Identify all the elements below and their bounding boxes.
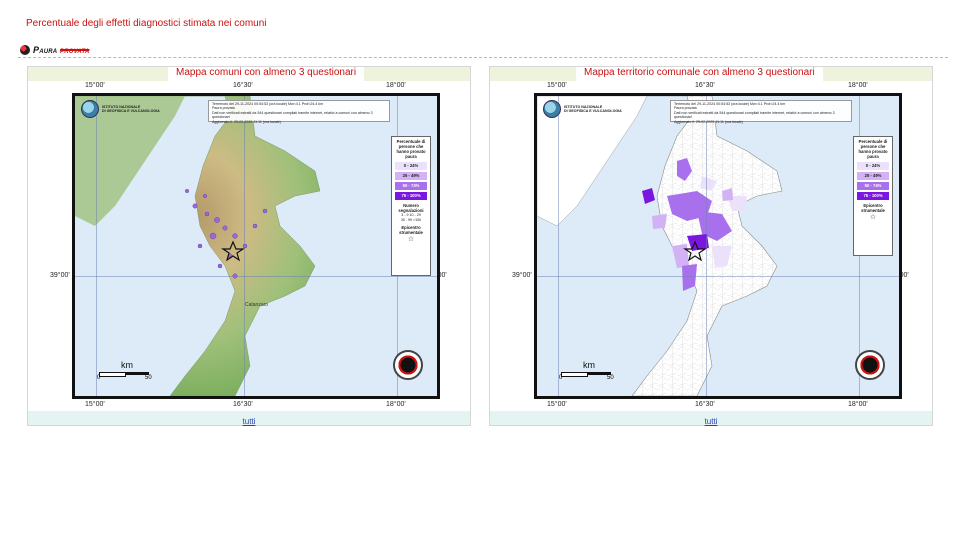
report-point [214,217,220,223]
map-legend: Percentuale di persone che hanno provato… [853,136,893,256]
map-info-box: Terremoto del 29-11-2024 00:54:53 (ora l… [670,100,852,124]
legend-class-2: 25 - 49% [395,172,427,180]
territory-map [537,96,899,396]
map-frame[interactable]: ISTITUTO NAZIONALE DI GEOFISICA E VULCAN… [534,93,902,399]
tick-bottom-1: 15°00' [85,401,105,408]
tick-bottom-2: 16°30' [233,401,253,408]
report-point [262,208,268,214]
tick-top-3: 18°00' [848,82,868,89]
legend-star-icon: ☆ [869,214,877,221]
panel-bottom-band: tutti [490,411,932,426]
tick-top-2: 16°30' [695,82,715,89]
panel-bottom-band: tutti [28,411,470,426]
map-panel-points: Mappa comuni con almeno 3 questionari 15… [27,66,471,426]
tick-bottom-2: 16°30' [695,401,715,408]
section-bar: Paura provata [18,44,948,58]
page-heading: Percentuale degli effetti diagnostici st… [26,18,267,29]
legend-count-sizes: 3 - 9 10 - 29 30 - 99 >100 [400,213,422,222]
scale-line [561,372,611,377]
legend-epicenter-title: Epicentro strumentale [399,225,423,235]
scale-min: 0 [97,375,101,381]
scale-bar: km 0 50 [95,360,155,382]
scale-unit: km [121,360,133,370]
institute-logo-text: ISTITUTO NAZIONALE DI GEOFISICA E VULCAN… [102,105,160,113]
legend-class-2: 25 - 49% [857,172,889,180]
legend-count-title: Numero segnalazioni [398,203,424,213]
section-title-main: Paura [33,45,58,55]
map-info-box: Terremoto del 29-11-2024 00:54:53 (ora l… [208,100,390,124]
scale-max: 50 [607,375,614,381]
report-point [204,211,210,217]
panel-caption: Mappa territorio comunale con almeno 3 q… [576,67,823,81]
all-link[interactable]: tutti [243,417,256,426]
map-panel-territory: Mappa territorio comunale con almeno 3 q… [489,66,933,426]
report-point [252,223,258,229]
tick-lat-left: 39°00' [512,272,532,279]
report-point [242,243,248,249]
tick-top-1: 15°00' [547,82,567,89]
all-link[interactable]: tutti [705,417,718,426]
tick-lat-left: 39°00' [50,272,70,279]
report-point [184,188,189,193]
scale-unit: km [583,360,595,370]
graticule-h1 [75,276,437,277]
tick-bottom-3: 18°00' [848,401,868,408]
scale-min: 0 [559,375,563,381]
report-point [197,243,203,249]
report-point [192,203,198,209]
territory-25-49 [652,214,667,229]
report-point [222,225,228,231]
legend-class-4: 75 - 100% [857,192,889,200]
scale-bar: km 0 50 [557,360,617,382]
section-title-flag: provata [60,45,90,55]
legend-class-3: 50 - 74% [857,182,889,190]
report-point [209,232,217,240]
report-point [217,263,223,269]
terremoti-logo-icon [393,350,423,380]
terremoti-logo-icon [855,350,885,380]
graticule-v1 [558,96,559,396]
legend-epicenter-title: Epicentro strumentale [861,203,885,213]
terrain-map: Catanzaro [75,96,437,396]
legend-class-1: 0 - 24% [857,162,889,170]
legend-class-1: 0 - 24% [395,162,427,170]
graticule-h1 [537,276,899,277]
scale-line [99,372,149,377]
section-bullet-icon [20,45,30,55]
section-title: Paura provata [33,45,89,55]
scale-max: 50 [145,375,152,381]
legend-class-3: 50 - 74% [395,182,427,190]
legend-title: Percentuale di persone che hanno provato… [396,139,426,159]
institute-logo-icon [543,100,561,118]
graticule-v2 [706,96,707,396]
tick-bottom-1: 15°00' [547,401,567,408]
panel-caption: Mappa comuni con almeno 3 questionari [168,67,365,81]
place-label-catanzaro: Catanzaro [245,302,268,308]
legend-class-4: 75 - 100% [395,192,427,200]
map-legend: Percentuale di persone che hanno provato… [391,136,431,276]
institute-logo-text: ISTITUTO NAZIONALE DI GEOFISICA E VULCAN… [564,105,622,113]
tick-top-2: 16°30' [233,82,253,89]
graticule-v1 [96,96,97,396]
tick-top-1: 15°00' [85,82,105,89]
institute-logo-icon [81,100,99,118]
legend-star-icon: ☆ [407,236,415,243]
report-point [202,193,207,198]
legend-title: Percentuale di persone che hanno provato… [858,139,888,159]
tick-top-3: 18°00' [386,82,406,89]
map-frame[interactable]: Catanzaro ISTITUTO NAZIONALE DI GEOFISIC… [72,93,440,399]
report-point [232,233,238,239]
tick-bottom-3: 18°00' [386,401,406,408]
report-point [232,273,238,279]
section-divider [18,57,948,58]
